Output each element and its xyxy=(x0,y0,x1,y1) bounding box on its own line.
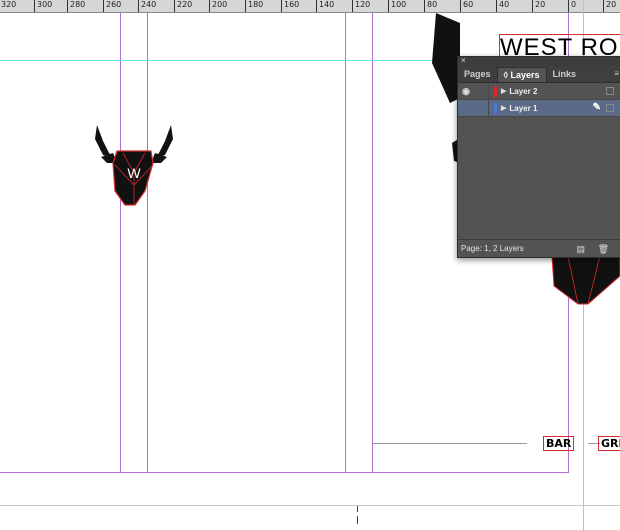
close-icon[interactable]: × xyxy=(461,56,466,66)
layer-row-layer-2[interactable]: ◉ ▶ Layer 2 xyxy=(458,83,620,100)
ruler-label: 100 xyxy=(388,0,406,12)
panel-title-bar[interactable]: × xyxy=(458,56,620,66)
eye-icon[interactable]: ◉ xyxy=(458,86,474,97)
tab-pages[interactable]: Pages xyxy=(458,67,497,82)
pasteboard-edge xyxy=(0,505,620,506)
ruler-label: 280 xyxy=(67,0,85,12)
panel-tab-bar: Pages ◊ Layers Links ≡ xyxy=(458,66,620,83)
ruler-label: 180 xyxy=(245,0,263,12)
column-guide[interactable] xyxy=(345,13,346,473)
tab-links[interactable]: Links xyxy=(547,67,583,82)
ruler-label: 260 xyxy=(103,0,121,12)
ruler-label: 220 xyxy=(174,0,192,12)
trash-icon[interactable]: 🗑 xyxy=(598,244,609,255)
column-guide[interactable] xyxy=(147,13,148,473)
bleed-mark xyxy=(357,506,358,512)
layers-list-empty-area[interactable] xyxy=(458,117,620,230)
expand-triangle-icon[interactable]: ▶ xyxy=(501,87,506,95)
leader-line xyxy=(372,443,527,444)
selection-square-icon[interactable] xyxy=(606,87,614,95)
logo-letter: W xyxy=(127,165,141,181)
layer-color-swatch xyxy=(494,102,497,114)
layer-row-layer-1[interactable]: ▶ Layer 1 ✎ xyxy=(458,100,620,117)
panel-menu-icon[interactable]: ≡ xyxy=(614,69,619,78)
lock-toggle[interactable] xyxy=(474,83,489,99)
bleed-mark xyxy=(357,516,358,524)
pen-crossed-icon: ✎ xyxy=(592,102,601,113)
panel-status-bar: Page: 1, 2 Layers ▤ 🗑 xyxy=(458,239,620,257)
bull-logo-icon[interactable]: W xyxy=(93,123,175,207)
ruler-label: 160 xyxy=(281,0,299,12)
layer-count-status: Page: 1, 2 Layers xyxy=(461,244,524,253)
bar-label: BAR xyxy=(546,437,572,450)
ruler-label: 60 xyxy=(460,0,473,12)
tab-layers[interactable]: ◊ Layers xyxy=(496,67,547,82)
lock-toggle[interactable] xyxy=(474,100,489,116)
horizontal-ruler[interactable]: 320 300 280 260 240 220 200 180 160 140 … xyxy=(0,0,620,13)
ruler-label: 0 xyxy=(568,0,576,12)
ruler-label: 120 xyxy=(352,0,370,12)
ruler-label: 20 xyxy=(603,0,616,12)
ruler-label: 140 xyxy=(316,0,334,12)
ruler-label: 320 xyxy=(0,0,16,12)
layer-name: Layer 2 xyxy=(509,86,538,96)
ruler-label: 80 xyxy=(424,0,437,12)
ruler-label: 300 xyxy=(34,0,52,12)
column-guide[interactable] xyxy=(120,13,121,473)
layer-name: Layer 1 xyxy=(509,103,538,113)
new-layer-icon[interactable]: ▤ xyxy=(576,244,585,255)
layer-color-swatch xyxy=(494,85,497,97)
selection-square-icon[interactable] xyxy=(606,104,614,112)
gri-label: GRI xyxy=(601,437,620,450)
gri-text-frame[interactable]: GRI xyxy=(598,436,620,451)
bar-text-frame[interactable]: BAR xyxy=(543,436,575,451)
large-bull-horn-icon xyxy=(432,13,460,163)
large-bull-snout-icon xyxy=(551,256,620,305)
ruler-label: 20 xyxy=(532,0,545,12)
layers-panel[interactable]: × Pages ◊ Layers Links ≡ ◉ ▶ Layer 2 ▶ L… xyxy=(457,56,620,258)
margin-guide-bottom[interactable] xyxy=(0,472,568,473)
ruler-label: 240 xyxy=(138,0,156,12)
expand-triangle-icon[interactable]: ▶ xyxy=(501,104,506,112)
ruler-label: 200 xyxy=(209,0,227,12)
ruler-label: 40 xyxy=(496,0,509,12)
column-guide[interactable] xyxy=(372,13,373,473)
